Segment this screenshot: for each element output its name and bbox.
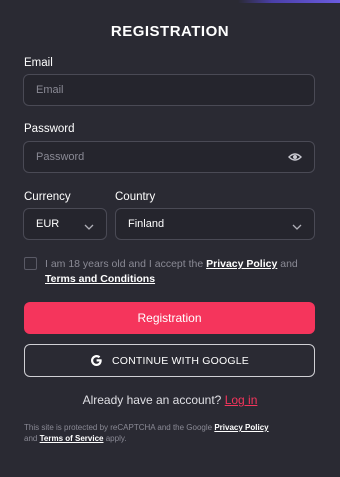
recaptcha-text-after: apply.	[105, 434, 127, 443]
terms-conditions-link[interactable]: Terms and Conditions	[45, 273, 155, 285]
terms-text: I am 18 years old and I accept the Priva…	[45, 257, 320, 287]
login-link[interactable]: Log in	[225, 393, 258, 407]
account-prompt: Already have an account? Log in	[0, 393, 340, 407]
currency-value: EUR	[36, 218, 60, 230]
terms-text-before: I am 18 years old and I accept the	[45, 258, 204, 270]
currency-select[interactable]: EUR	[23, 208, 107, 240]
privacy-policy-link[interactable]: Privacy Policy	[206, 258, 277, 270]
google-privacy-link[interactable]: Privacy Policy	[214, 423, 268, 432]
recaptcha-notice: This site is protected by reCAPTCHA and …	[24, 422, 316, 444]
eye-icon[interactable]	[288, 152, 302, 162]
email-label: Email	[24, 57, 53, 69]
country-label: Country	[115, 191, 156, 203]
password-field[interactable]: Password	[23, 141, 315, 173]
top-accent-strip	[0, 0, 340, 3]
country-value: Finland	[128, 218, 165, 230]
terms-of-service-link[interactable]: Terms of Service	[40, 434, 104, 443]
account-prompt-text: Already have an account?	[82, 393, 222, 407]
terms-checkbox[interactable]	[24, 257, 37, 270]
email-field[interactable]: Email	[23, 74, 315, 106]
registration-button[interactable]: Registration	[24, 302, 315, 334]
password-placeholder: Password	[36, 151, 85, 163]
google-icon	[90, 354, 103, 367]
google-button-label: CONTINUE WITH GOOGLE	[111, 354, 249, 367]
recaptcha-text-and: and	[24, 434, 38, 443]
email-placeholder: Email	[36, 84, 64, 96]
country-select[interactable]: Finland	[115, 208, 315, 240]
recaptcha-text-before: This site is protected by reCAPTCHA and …	[24, 423, 213, 432]
continue-with-google-button[interactable]: CONTINUE WITH GOOGLE	[24, 344, 315, 377]
password-label: Password	[24, 123, 75, 135]
page-title: REGISTRATION	[110, 23, 230, 40]
terms-text-and: and	[280, 258, 298, 270]
currency-label: Currency	[24, 191, 71, 203]
chevron-down-icon	[292, 221, 302, 230]
chevron-down-icon	[84, 221, 94, 230]
